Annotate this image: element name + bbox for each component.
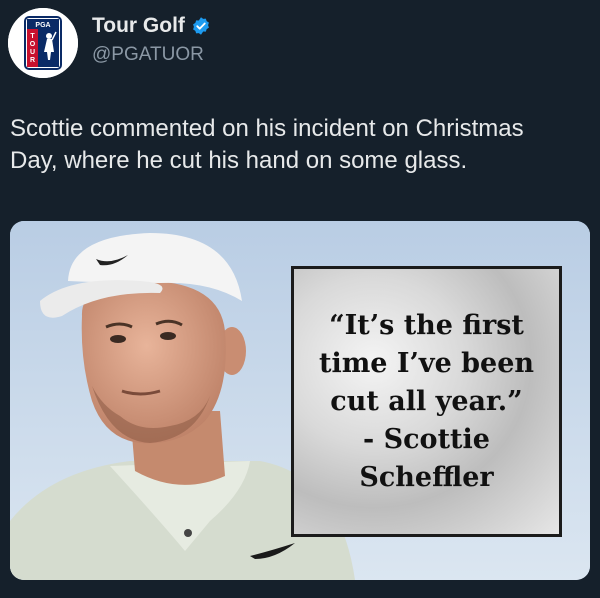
- svg-text:U: U: [30, 49, 35, 56]
- tweet-text-line: Day, where he cut his hand on some glass…: [10, 147, 468, 174]
- tweet-text-line: Scottie commented on his incident on Chr…: [10, 115, 524, 142]
- user-handle[interactable]: @PGATUOR: [92, 44, 211, 66]
- quote-line: “It’s the first: [329, 309, 524, 341]
- pga-tour-logo-icon: PGA T O U R: [8, 8, 78, 78]
- quote-line: - Scottie: [363, 423, 490, 455]
- avatar[interactable]: PGA T O U R: [8, 8, 78, 78]
- tweet-card: PGA T O U R Tour Golf @PGATUOR Scottie c…: [0, 0, 600, 598]
- svg-text:O: O: [30, 41, 36, 48]
- quote-line: time I’ve been: [318, 347, 535, 379]
- quote-line: Scheffler: [359, 461, 494, 493]
- quote-text: “It’s the first time I’ve been cut all y…: [305, 307, 548, 497]
- author-block: Tour Golf @PGATUOR: [92, 12, 211, 66]
- tweet-text: Scottie commented on his incident on Chr…: [10, 113, 590, 177]
- quote-line: cut all year.”: [330, 385, 523, 417]
- tweet-media-image[interactable]: “It’s the first time I’ve been cut all y…: [10, 221, 590, 580]
- name-row: Tour Golf: [92, 12, 211, 40]
- svg-text:R: R: [30, 57, 35, 64]
- svg-text:PGA: PGA: [35, 22, 50, 29]
- verified-badge-icon: [191, 16, 211, 36]
- svg-text:T: T: [30, 33, 35, 40]
- display-name[interactable]: Tour Golf: [92, 14, 185, 38]
- quote-card: “It’s the first time I’ve been cut all y…: [291, 266, 562, 537]
